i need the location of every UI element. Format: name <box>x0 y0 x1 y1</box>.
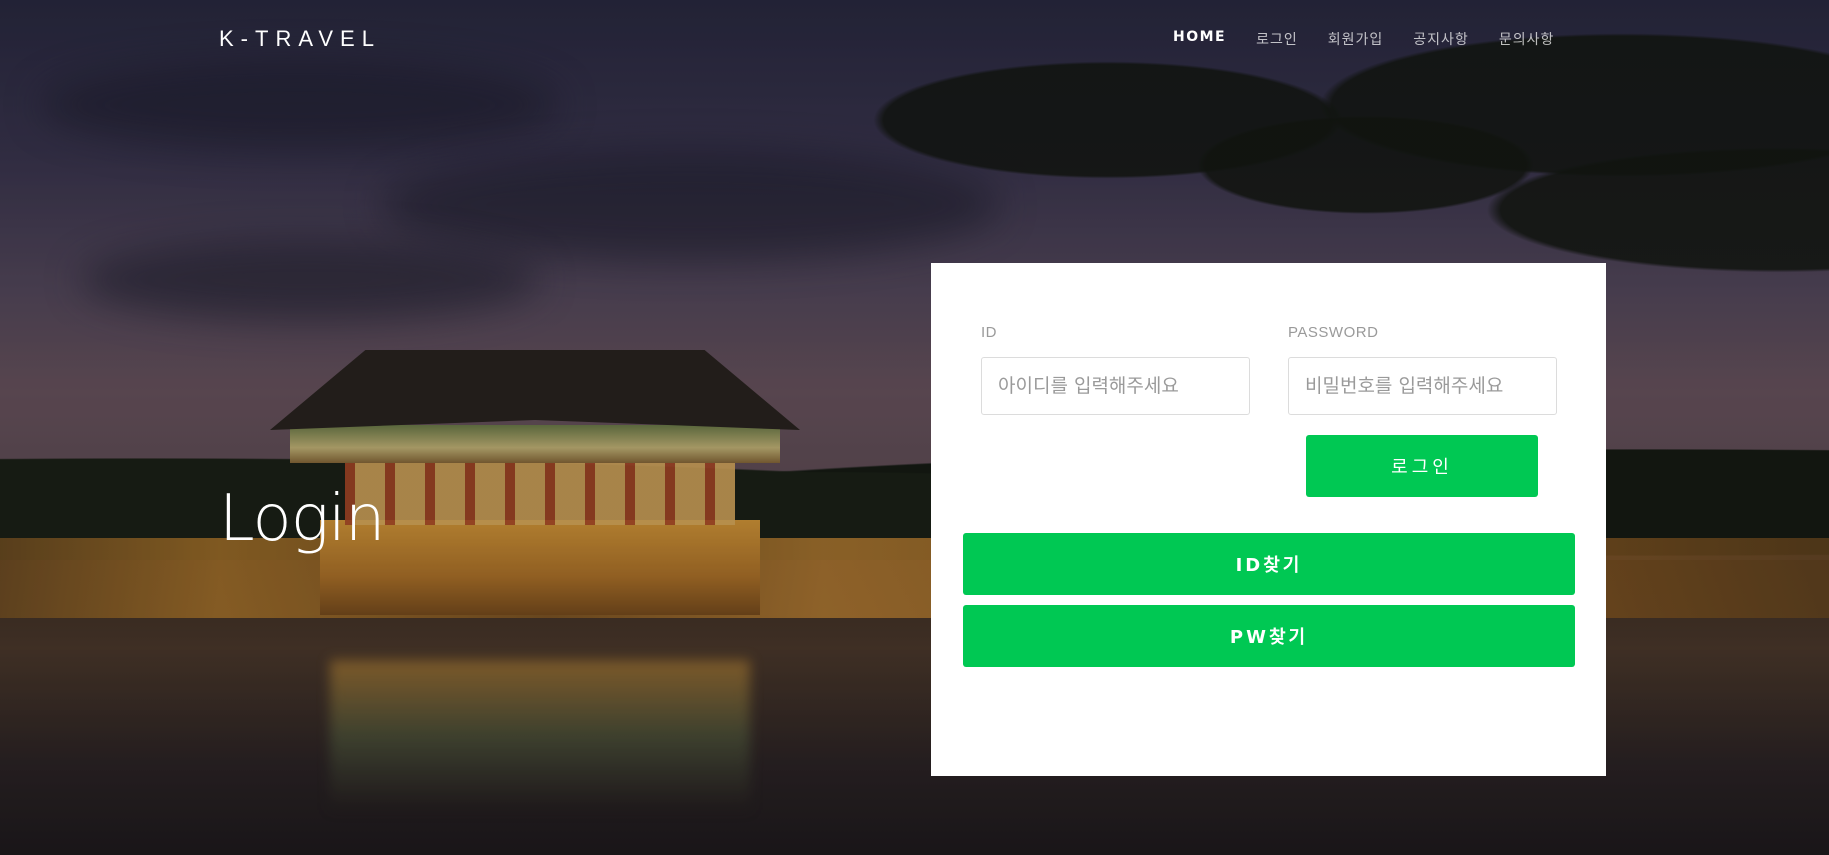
page-title: Login <box>219 482 385 556</box>
nav-item-signup[interactable]: 회원가입 <box>1328 29 1384 49</box>
nav-item-login[interactable]: 로그인 <box>1256 29 1298 49</box>
nav-item-home[interactable]: HOME <box>1173 29 1226 49</box>
login-card: ID PASSWORD 로그인 ID찾기 PW찾기 <box>931 263 1606 776</box>
login-button[interactable]: 로그인 <box>1306 435 1538 497</box>
site-logo[interactable]: K-TRAVEL <box>219 26 381 52</box>
password-label: PASSWORD <box>1288 324 1379 341</box>
nav-item-notice[interactable]: 공지사항 <box>1413 29 1469 49</box>
id-label: ID <box>981 324 997 341</box>
id-input[interactable] <box>981 357 1250 415</box>
nav-item-inquiry[interactable]: 문의사항 <box>1499 29 1555 49</box>
find-id-button[interactable]: ID찾기 <box>963 533 1575 595</box>
find-pw-button[interactable]: PW찾기 <box>963 605 1575 667</box>
main-nav: HOME 로그인 회원가입 공지사항 문의사항 <box>1173 29 1584 49</box>
password-input[interactable] <box>1288 357 1557 415</box>
